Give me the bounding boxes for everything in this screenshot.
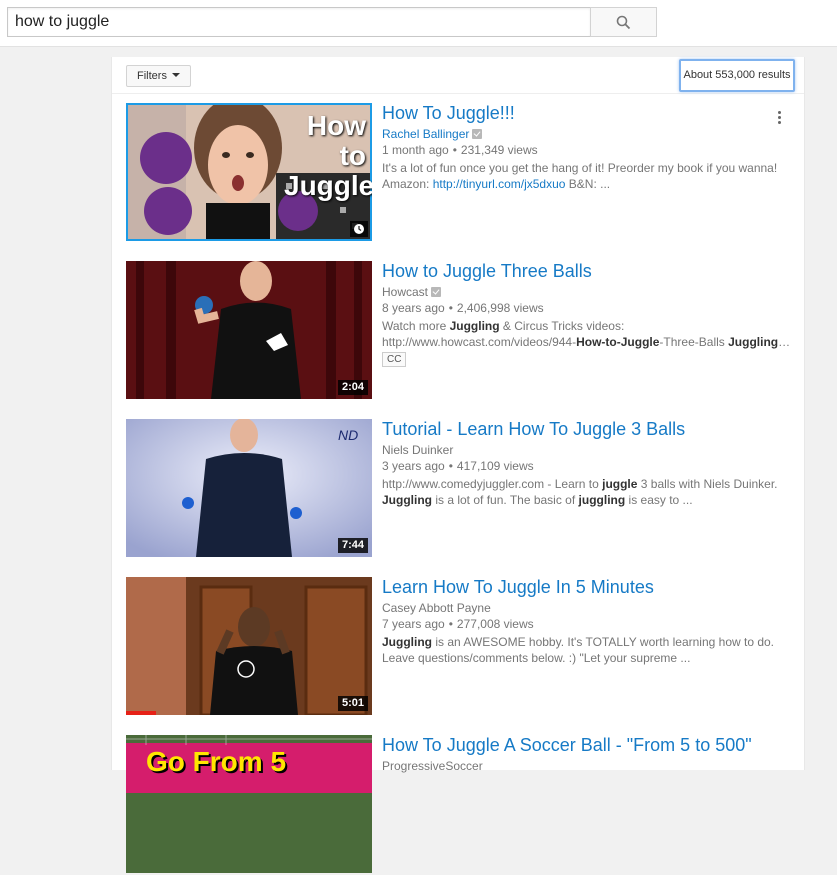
masthead [0, 0, 837, 47]
video-description: http://www.comedyjuggler.com - Learn to … [382, 476, 792, 508]
search-button[interactable] [590, 7, 657, 37]
video-result: 5:01 Learn How To Juggle In 5 Minutes Ca… [126, 577, 796, 717]
description-line: http://www.howcast.com/videos/944-How-to… [382, 335, 791, 349]
video-thumbnail[interactable]: 2:04 [126, 261, 372, 399]
description-text: Amazon: [382, 177, 433, 191]
separator-dot: • [448, 617, 453, 631]
description-line: It's a lot of fun once you get the hang … [382, 161, 778, 175]
video-thumbnail[interactable]: Go From 5 [126, 735, 372, 873]
channel-name[interactable]: Howcast [382, 285, 428, 299]
overlay-line: Juggle! [284, 170, 372, 201]
search-icon [616, 15, 631, 29]
video-description: Juggling is an AWESOME hobby. It's TOTAL… [382, 634, 792, 666]
overlay-line: How to [306, 110, 366, 171]
upload-age: 3 years ago [382, 459, 445, 473]
video-description: It's a lot of fun once you get the hang … [382, 160, 792, 192]
channel-name[interactable]: Rachel Ballinger [382, 127, 469, 141]
video-result: ND 7:44 Tutorial - Learn How To Juggle 3… [126, 419, 796, 559]
description-line: Juggling is a lot of fun. The basic of j… [382, 493, 693, 507]
more-actions-icon[interactable] [776, 111, 782, 127]
video-meta: 1 month ago • 231,349 views [382, 143, 538, 157]
video-duration: 2:04 [337, 380, 368, 395]
video-title[interactable]: How to Juggle Three Balls [382, 261, 592, 281]
video-result: Go From 5 How To Juggle A Soccer Ball - … [126, 735, 796, 875]
watch-later-button[interactable] [350, 221, 368, 237]
clock-icon [354, 224, 364, 234]
video-duration: 5:01 [337, 696, 368, 711]
video-result: How to Juggle! How To Juggle!!! Rachel B… [126, 103, 796, 243]
video-duration: 7:44 [337, 538, 368, 553]
video-title[interactable]: How To Juggle!!! [382, 103, 515, 123]
description-line: http://www.comedyjuggler.com - Learn to … [382, 477, 778, 491]
upload-age: 1 month ago [382, 143, 449, 157]
video-meta: 8 years ago • 2,406,998 views [382, 301, 544, 315]
thumbnail-image [126, 261, 372, 399]
channel-name-row[interactable]: ProgressiveSoccer [382, 759, 483, 773]
video-thumbnail[interactable]: ND 7:44 [126, 419, 372, 557]
video-title[interactable]: Tutorial - Learn How To Juggle 3 Balls [382, 419, 685, 439]
separator-dot: • [448, 459, 453, 473]
caret-down-icon [171, 73, 180, 77]
channel-name-row[interactable]: Rachel Ballinger [382, 127, 483, 141]
thumbnail-image [126, 577, 372, 715]
video-description: Watch more Juggling & Circus Tricks vide… [382, 318, 792, 350]
upload-age: 8 years ago [382, 301, 445, 315]
results-panel: Filters About 553,000 results How to Jug… [111, 57, 805, 873]
video-meta: 3 years ago • 417,109 views [382, 459, 534, 473]
description-line: Amazon: http://tinyurl.com/jx5dxuo B&N: … [382, 176, 792, 192]
upload-age: 7 years ago [382, 617, 445, 631]
description-line: Juggling is an AWESOME hobby. It's TOTAL… [382, 635, 775, 649]
video-thumbnail[interactable]: 5:01 [126, 577, 372, 715]
description-line: Leave questions/comments below. :) "Let … [382, 651, 691, 665]
view-count: 417,109 views [456, 459, 534, 473]
watch-progress-bar [126, 711, 156, 715]
separator-dot: • [448, 301, 453, 315]
results-count: About 553,000 results [679, 59, 795, 92]
description-text: B&N: ... [565, 177, 611, 191]
video-title[interactable]: How To Juggle A Soccer Ball - "From 5 to… [382, 735, 752, 755]
separator-dot: • [452, 143, 457, 157]
verified-icon [431, 287, 442, 297]
thumbnail-overlay-text: How to Juggle! [284, 110, 372, 201]
channel-name[interactable]: Casey Abbott Payne [382, 601, 491, 615]
video-meta: 7 years ago • 277,008 views [382, 617, 534, 631]
channel-name[interactable]: ProgressiveSoccer [382, 759, 483, 773]
verified-icon [472, 129, 483, 139]
channel-name-row[interactable]: Niels Duinker [382, 443, 453, 457]
thumbnail-image [126, 419, 372, 557]
filters-button[interactable]: Filters [126, 65, 191, 87]
channel-name[interactable]: Niels Duinker [382, 443, 453, 457]
description-line: Watch more Juggling & Circus Tricks vide… [382, 319, 625, 333]
video-thumbnail[interactable]: How to Juggle! [126, 103, 372, 241]
video-title[interactable]: Learn How To Juggle In 5 Minutes [382, 577, 654, 597]
channel-watermark: ND [338, 427, 359, 443]
closed-captions-badge: CC [382, 352, 407, 367]
view-count: 231,349 views [460, 143, 538, 157]
view-count: 277,008 views [456, 617, 534, 631]
results-toolbar: Filters About 553,000 results [112, 57, 804, 94]
video-result: 2:04 How to Juggle Three Balls Howcast 8… [126, 261, 796, 401]
thumbnail-overlay-text: Go From 5 [146, 746, 287, 777]
filters-label: Filters [137, 70, 167, 82]
channel-name-row[interactable]: Casey Abbott Payne [382, 601, 491, 615]
description-link[interactable]: http://tinyurl.com/jx5dxuo [433, 177, 566, 191]
search-input[interactable] [7, 7, 591, 37]
view-count: 2,406,998 views [456, 301, 544, 315]
channel-name-row[interactable]: Howcast [382, 285, 442, 299]
